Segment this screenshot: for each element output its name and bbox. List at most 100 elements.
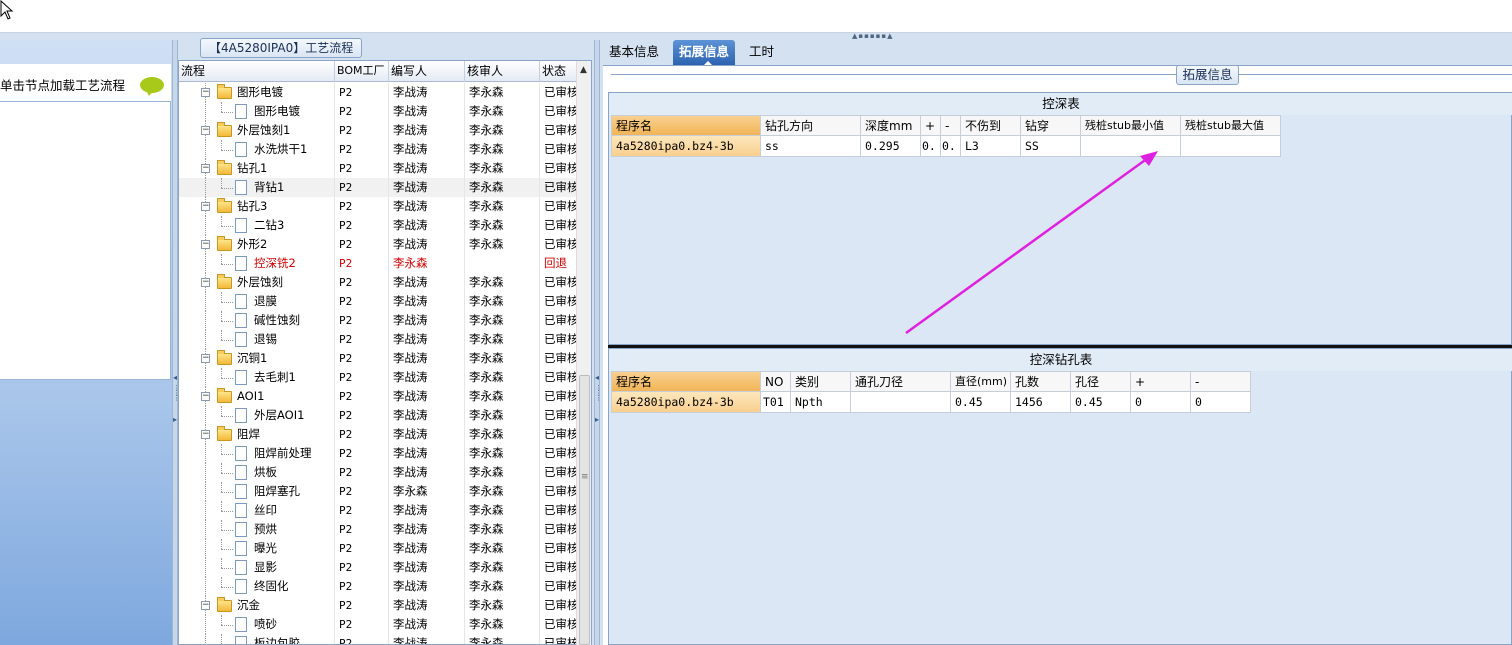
tree-node-cell[interactable]: − 阻焊: [179, 425, 335, 444]
tree-leaf-row[interactable]: 阻焊前处理 P2 李战涛 李永森 已审核: [179, 444, 577, 463]
tree-leaf-row[interactable]: 控深铣2 P2 李永森 回退: [179, 254, 577, 273]
depth-col-drill-through[interactable]: 钻穿: [1021, 115, 1081, 136]
tree-node-cell[interactable]: 碱性蚀刻: [179, 311, 335, 330]
collapse-toggle-icon[interactable]: −: [201, 126, 210, 135]
depth-col-plus[interactable]: +: [921, 115, 941, 136]
tab-basic-info[interactable]: 基本信息: [603, 40, 665, 65]
col-header-reviewer[interactable]: 核审人: [465, 61, 540, 82]
tree-node-cell[interactable]: − 沉金: [179, 596, 335, 615]
tree-node-cell[interactable]: − 沉铜1: [179, 349, 335, 368]
drill-cell-program[interactable]: 4a5280ipa0.bz4-3b: [611, 392, 761, 413]
drill-cell-minus[interactable]: 0: [1191, 392, 1251, 413]
tree-node-cell[interactable]: 阻焊前处理: [179, 444, 335, 463]
drill-col-hole-size[interactable]: 孔径: [1071, 371, 1131, 392]
collapse-toggle-icon[interactable]: −: [201, 164, 210, 173]
drill-cell-hole-count[interactable]: 1456: [1011, 392, 1071, 413]
depth-cell-minus[interactable]: 0.: [941, 136, 961, 157]
tree-group-row[interactable]: − 钻孔3 P2 李战涛 李永森 已审核: [179, 197, 577, 216]
tree-vertical-scrollbar[interactable]: ▲: [576, 61, 591, 645]
tree-node-cell[interactable]: − 外层蚀刻: [179, 273, 335, 292]
tree-leaf-row[interactable]: 喷砂 P2 李战涛 李永森 已审核: [179, 615, 577, 634]
tree-group-row[interactable]: − 钻孔1 P2 李战涛 李永森 已审核: [179, 159, 577, 178]
col-header-writer[interactable]: 编写人: [389, 61, 465, 82]
scrollbar-thumb[interactable]: [579, 375, 590, 645]
tree-leaf-row[interactable]: 板边包胶 P2 李战涛 李永森 已审核: [179, 634, 577, 644]
drill-col-minus[interactable]: -: [1191, 371, 1251, 392]
collapse-toggle-icon[interactable]: −: [201, 240, 210, 249]
depth-cell-direction[interactable]: ss: [761, 136, 861, 157]
tree-node-cell[interactable]: 外层AOI1: [179, 406, 335, 425]
splitter-right[interactable]: ◂ ⋮ ⋮ ⋮ ▸: [594, 40, 602, 645]
tree-leaf-row[interactable]: 终固化 P2 李战涛 李永森 已审核: [179, 577, 577, 596]
tree-group-row[interactable]: − 图形电镀 P2 李战涛 李永森 已审核: [179, 83, 577, 102]
depth-cell-no-damage[interactable]: L3: [961, 136, 1021, 157]
tree-leaf-row[interactable]: 阻焊塞孔 P2 李永森 李永森 已审核: [179, 482, 577, 501]
depth-cell-drill-through[interactable]: SS: [1021, 136, 1081, 157]
depth-cell-stub-max[interactable]: [1181, 136, 1281, 157]
collapse-left-arrow-icon[interactable]: ◂: [173, 373, 177, 382]
collapse-toggle-icon[interactable]: −: [201, 88, 210, 97]
tree-node-cell[interactable]: − AOI1: [179, 387, 335, 406]
tree-group-row[interactable]: − 外形2 P2 李战涛 李永森 已审核: [179, 235, 577, 254]
col-header-bom[interactable]: BOM工厂: [335, 61, 389, 82]
drill-cell-no[interactable]: T01: [761, 392, 791, 413]
drill-col-program[interactable]: 程序名: [611, 371, 761, 392]
depth-col-stub-max[interactable]: 残桩stub最大值: [1181, 115, 1281, 136]
collapse-toggle-icon[interactable]: −: [201, 392, 210, 401]
tree-leaf-row[interactable]: 去毛刺1 P2 李战涛 李永森 已审核: [179, 368, 577, 387]
tree-group-row[interactable]: − AOI1 P2 李战涛 李永森 已审核: [179, 387, 577, 406]
tree-group-row[interactable]: − 外层蚀刻1 P2 李战涛 李永森 已审核: [179, 121, 577, 140]
depth-col-depth[interactable]: 深度mm: [861, 115, 921, 136]
tree-node-cell[interactable]: 图形电镀: [179, 102, 335, 121]
tree-leaf-row[interactable]: 曝光 P2 李战涛 李永森 已审核: [179, 539, 577, 558]
collapse-tree-arrow-icon[interactable]: ◂: [595, 373, 599, 382]
tree-group-row[interactable]: − 沉铜1 P2 李战涛 李永森 已审核: [179, 349, 577, 368]
tree-group-row[interactable]: − 阻焊 P2 李战涛 李永森 已审核: [179, 425, 577, 444]
drill-cell-through-tool[interactable]: [851, 392, 951, 413]
tab-extended-info[interactable]: 拓展信息: [673, 40, 736, 66]
tree-leaf-row[interactable]: 烘板 P2 李战涛 李永森 已审核: [179, 463, 577, 482]
tree-node-cell[interactable]: − 图形电镀: [179, 83, 335, 102]
tree-node-cell[interactable]: − 钻孔3: [179, 197, 335, 216]
drill-cell-category[interactable]: Npth: [791, 392, 851, 413]
tree-node-cell[interactable]: 退膜: [179, 292, 335, 311]
expand-tree-arrow-icon[interactable]: ▸: [595, 415, 599, 424]
drill-cell-hole-size[interactable]: 0.45: [1071, 392, 1131, 413]
drill-cell-diameter[interactable]: 0.45: [951, 392, 1011, 413]
depth-col-program[interactable]: 程序名: [611, 115, 761, 136]
tree-node-cell[interactable]: − 外形2: [179, 235, 335, 254]
tree-group-row[interactable]: − 外层蚀刻 P2 李战涛 李永森 已审核: [179, 273, 577, 292]
drill-col-hole-count[interactable]: 孔数: [1011, 371, 1071, 392]
depth-col-minus[interactable]: -: [941, 115, 961, 136]
depth-col-stub-min[interactable]: 残桩stub最小值: [1081, 115, 1181, 136]
drill-col-no[interactable]: NO: [761, 371, 791, 392]
splitter-grip-top[interactable]: ▲▪▪▪▪▪▲: [852, 33, 902, 40]
tree-leaf-row[interactable]: 二钻3 P2 李战涛 李永森 已审核: [179, 216, 577, 235]
depth-cell-depth[interactable]: 0.295: [861, 136, 921, 157]
tree-node-cell[interactable]: 丝印: [179, 501, 335, 520]
drill-col-through-tool[interactable]: 通孔刀径: [851, 371, 951, 392]
drill-col-plus[interactable]: +: [1131, 371, 1191, 392]
tree-node-cell[interactable]: 背钻1: [179, 178, 335, 197]
tree-leaf-row[interactable]: 外层AOI1 P2 李战涛 李永森 已审核: [179, 406, 577, 425]
tree-leaf-row[interactable]: 水洗烘干1 P2 李战涛 李永森 已审核: [179, 140, 577, 159]
depth-cell-plus[interactable]: 0.: [921, 136, 941, 157]
tree-node-cell[interactable]: 控深铣2: [179, 254, 335, 273]
depth-cell-program[interactable]: 4a5280ipa0.bz4-3b: [611, 136, 761, 157]
col-header-flow[interactable]: 流程: [179, 61, 335, 82]
tree-node-cell[interactable]: − 外层蚀刻1: [179, 121, 335, 140]
tree-node-cell[interactable]: − 钻孔1: [179, 159, 335, 178]
depth-col-direction[interactable]: 钻孔方向: [761, 115, 861, 136]
tree-node-cell[interactable]: 去毛刺1: [179, 368, 335, 387]
tree-node-cell[interactable]: 二钻3: [179, 216, 335, 235]
tree-node-cell[interactable]: 水洗烘干1: [179, 140, 335, 159]
depth-col-no-damage[interactable]: 不伤到: [961, 115, 1021, 136]
depth-cell-stub-min[interactable]: [1081, 136, 1181, 157]
tree-leaf-row[interactable]: 显影 P2 李战涛 李永森 已审核: [179, 558, 577, 577]
tree-node-cell[interactable]: 终固化: [179, 577, 335, 596]
collapse-toggle-icon[interactable]: −: [201, 278, 210, 287]
tree-node-cell[interactable]: 退锡: [179, 330, 335, 349]
collapse-toggle-icon[interactable]: −: [201, 354, 210, 363]
col-header-status[interactable]: 状态: [540, 61, 577, 82]
scroll-up-arrow-icon[interactable]: ▲: [580, 65, 587, 75]
